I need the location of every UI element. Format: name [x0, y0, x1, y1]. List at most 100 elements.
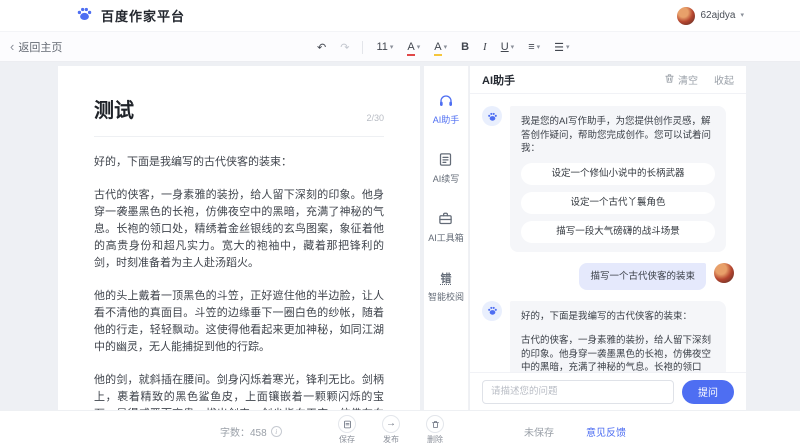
question-input[interactable] [482, 380, 674, 404]
footer-actions: 保存 → 发布 删除 [338, 415, 444, 445]
suggestion-button[interactable]: 设定一个古代丫鬟角色 [521, 192, 715, 214]
bold-button[interactable]: B [456, 39, 474, 55]
toolbar-divider [362, 41, 363, 54]
redo-button[interactable]: ↷ [335, 39, 354, 56]
italic-icon: I [483, 41, 487, 53]
clear-chat-button[interactable]: 清空 [664, 72, 698, 87]
chat-area: 我是您的AI写作助手，为您提供创作灵感，解答创作疑问，帮助您完成创作。您可以试着… [470, 95, 746, 372]
baidu-paw-icon [76, 5, 93, 27]
toolbox-icon [437, 210, 454, 227]
headset-icon [437, 92, 454, 109]
ai-assistant-panel: AI助手 清空 收起 我是您的AI写作助手，为您提供创作灵感，解答创作疑问，帮助… [470, 66, 746, 410]
user-account[interactable]: 62ajdya ▾ [677, 7, 744, 25]
align-button[interactable]: ≡ ▾ [523, 39, 545, 55]
underline-button[interactable]: U ▾ [496, 39, 519, 55]
undo-button[interactable]: ↶ [312, 39, 331, 56]
ai-reply-body: 古代的侠客，一身素雅的装扮，给人留下深刻的印象。他身穿一袭墨黑色的长袍，仿佛夜空… [521, 334, 715, 372]
underline-icon: U [501, 41, 509, 53]
ai-message-bubble: 我是您的AI写作助手，为您提供创作灵感，解答创作疑问，帮助您完成创作。您可以试着… [510, 106, 726, 252]
format-tools: ↶ ↷ 11 ▾ A ▾ A ▾ B I U ▾ ≡ ▾ ☰ ▾ [312, 32, 575, 62]
sidebar-item-smart-proofread[interactable]: 错 智能校阅 [428, 269, 464, 303]
chat-input-bar: 提问 [470, 372, 746, 410]
trash-icon [426, 415, 444, 433]
doc-paragraph: 古代的侠客，一身素雅的装扮，给人留下深刻的印象。他身穿一袭墨黑色的长袍，仿佛夜空… [94, 187, 384, 272]
publish-label: 发布 [383, 434, 399, 445]
highlight-icon: A [434, 42, 441, 53]
chevron-down-icon: ▾ [417, 44, 421, 51]
sidebar-item-label: 智能校阅 [428, 290, 464, 303]
main-area: 测试 2/30 好的，下面是我编写的古代侠客的装束： 古代的侠客，一身素雅的装扮… [0, 62, 800, 410]
ai-tools-sidebar: AI助手 AI续写 AI工具箱 错 智能校阅 [424, 66, 469, 410]
list-button[interactable]: ☰ ▾ [549, 39, 574, 56]
publish-arrow-icon: → [382, 415, 400, 433]
save-status: 未保存 [524, 424, 554, 439]
save-button[interactable]: 保存 [338, 415, 356, 445]
sidebar-item-ai-toolbox[interactable]: AI工具箱 [428, 210, 464, 244]
ai-reply-intro: 好的，下面是我编写的古代侠客的装束： [521, 310, 715, 324]
ask-button[interactable]: 提问 [682, 380, 734, 404]
proofread-icon: 错 [437, 269, 454, 286]
delete-label: 删除 [427, 434, 443, 445]
suggestion-button[interactable]: 描写一段大气磅礴的战斗场景 [521, 221, 715, 243]
bold-icon: B [461, 41, 469, 53]
clear-chat-label: 清空 [678, 72, 698, 87]
italic-button[interactable]: I [478, 39, 492, 55]
document-pen-icon [437, 151, 454, 168]
editor-footer: 字数：458 i 保存 → 发布 删除 未保存 意见反馈 [0, 410, 800, 446]
doc-paragraph: 好的，下面是我编写的古代侠客的装束： [94, 154, 384, 171]
doc-title-row: 测试 2/30 [94, 94, 384, 123]
app-title: 百度作家平台 [101, 6, 185, 25]
user-avatar [677, 7, 695, 25]
collapse-panel-button[interactable]: 收起 [714, 72, 734, 87]
ai-message-bubble: 好的，下面是我编写的古代侠客的装束： 古代的侠客，一身素雅的装扮，给人留下深刻的… [510, 301, 726, 373]
document-card: 测试 2/30 好的，下面是我编写的古代侠客的装束： 古代的侠客，一身素雅的装扮… [58, 66, 420, 410]
ai-message-row: 好的，下面是我编写的古代侠客的装束： 古代的侠客，一身素雅的装扮，给人留下深刻的… [482, 301, 734, 373]
feedback-link[interactable]: 意见反馈 [586, 424, 626, 439]
collapse-label: 收起 [714, 72, 734, 87]
chevron-down-icon: ▾ [740, 12, 744, 19]
user-avatar [714, 263, 734, 283]
text-color-button[interactable]: A ▾ [402, 40, 425, 55]
user-name: 62ajdya [700, 10, 735, 21]
save-icon [338, 415, 356, 433]
suggestion-button[interactable]: 设定一个修仙小说中的长柄武器 [521, 163, 715, 185]
font-size-value: 11 [376, 41, 387, 53]
back-home-label: 返回主页 [18, 39, 62, 55]
user-message-row: 描写一个古代侠客的装束 [482, 263, 734, 290]
ai-intro-text: 我是您的AI写作助手，为您提供创作灵感，解答创作疑问，帮助您完成创作。您可以试着… [521, 115, 715, 156]
editor-toolbar: ‹ 返回主页 ↶ ↷ 11 ▾ A ▾ A ▾ B I U ▾ ≡ ▾ ☰ ▾ [0, 32, 800, 62]
header-logo[interactable]: 百度作家平台 [76, 5, 185, 27]
back-home-button[interactable]: ‹ 返回主页 [10, 39, 62, 55]
chevron-down-icon: ▾ [511, 44, 515, 51]
ai-panel-header: AI助手 清空 收起 [470, 66, 746, 94]
undo-icon: ↶ [317, 41, 326, 54]
ai-avatar [482, 106, 502, 126]
doc-paragraph: 他的剑，就斜插在腰间。剑身闪烁着寒光，锋利无比。剑柄上，裹着精致的黑色鲨鱼皮，上… [94, 372, 384, 410]
doc-title-input[interactable]: 测试 [94, 94, 134, 123]
ai-message-row: 我是您的AI写作助手，为您提供创作灵感，解答创作疑问，帮助您完成创作。您可以试着… [482, 106, 734, 252]
sidebar-item-ai-continue[interactable]: AI续写 [433, 151, 460, 185]
highlight-color-button[interactable]: A ▾ [429, 40, 452, 55]
save-label: 保存 [339, 434, 355, 445]
sidebar-item-ai-assistant[interactable]: AI助手 [433, 92, 460, 126]
font-size-select[interactable]: 11 ▾ [371, 39, 398, 55]
chevron-down-icon: ▾ [444, 44, 448, 51]
publish-button[interactable]: → 发布 [382, 415, 400, 445]
doc-body-editor[interactable]: 好的，下面是我编写的古代侠客的装束： 古代的侠客，一身素雅的装扮，给人留下深刻的… [94, 154, 384, 410]
title-divider [94, 136, 384, 137]
title-char-count: 2/30 [366, 113, 384, 123]
chevron-down-icon: ▾ [390, 44, 394, 51]
align-icon: ≡ [528, 41, 534, 53]
info-icon: i [271, 426, 282, 437]
word-count: 字数：458 i [220, 424, 282, 439]
redo-icon: ↷ [340, 41, 349, 54]
sidebar-item-label: AI助手 [433, 113, 460, 126]
word-count-label: 字数：458 [220, 424, 267, 439]
list-icon: ☰ [554, 41, 564, 54]
chevron-left-icon: ‹ [10, 40, 14, 53]
chevron-down-icon: ▾ [537, 44, 541, 51]
chevron-down-icon: ▾ [566, 44, 570, 51]
delete-button[interactable]: 删除 [426, 415, 444, 445]
ai-avatar [482, 301, 502, 321]
doc-paragraph: 他的头上戴着一顶黑色的斗笠，正好遮住他的半边脸，让人看不清他的真面目。斗笠的边缘… [94, 288, 384, 356]
